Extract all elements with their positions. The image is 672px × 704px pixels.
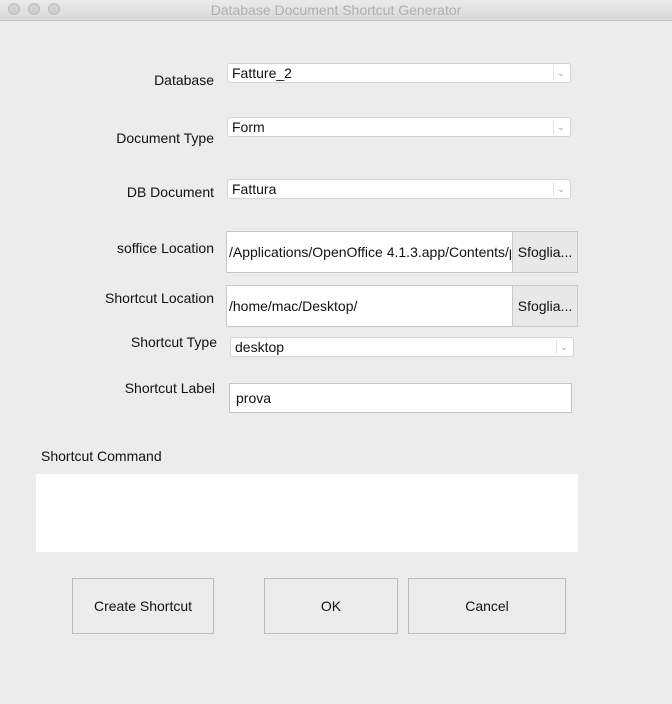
shortcut-command-label: Shortcut Command: [41, 448, 162, 464]
document-type-value: Form: [232, 119, 265, 135]
shortcut-location-label: Shortcut Location: [105, 290, 214, 306]
document-type-select[interactable]: Form ⌄: [227, 117, 571, 137]
chevron-updown-icon: ⌄: [553, 66, 568, 80]
database-value: Fatture_2: [232, 65, 292, 81]
soffice-browse-button[interactable]: Sfoglia...: [512, 232, 577, 272]
db-document-label: DB Document: [126, 184, 214, 200]
soffice-location-input[interactable]: /Applications/OpenOffice 4.1.3.app/Conte…: [229, 244, 511, 260]
window-titlebar[interactable]: Database Document Shortcut Generator: [0, 0, 672, 21]
shortcut-label-field[interactable]: prova: [229, 383, 572, 413]
create-shortcut-button[interactable]: Create Shortcut: [72, 578, 214, 634]
chevron-updown-icon: ⌄: [553, 120, 568, 134]
shortcut-type-label: Shortcut Type: [130, 334, 217, 350]
shortcut-browse-button[interactable]: Sfoglia...: [512, 286, 577, 326]
shortcut-location-field[interactable]: /home/mac/Desktop/ Sfoglia...: [226, 285, 578, 327]
chevron-updown-icon: ⌄: [553, 182, 568, 196]
chevron-updown-icon: ⌄: [556, 340, 571, 354]
db-document-select[interactable]: Fattura ⌄: [227, 179, 571, 199]
shortcut-label-input[interactable]: prova: [236, 390, 271, 406]
database-label: Database: [154, 72, 214, 88]
shortcut-command-textarea[interactable]: [36, 474, 578, 552]
soffice-location-label: soffice Location: [116, 240, 214, 256]
cancel-button[interactable]: Cancel: [408, 578, 566, 634]
database-select[interactable]: Fatture_2 ⌄: [227, 63, 571, 83]
document-type-label: Document Type: [116, 130, 214, 146]
shortcut-location-input[interactable]: /home/mac/Desktop/: [229, 298, 511, 314]
shortcut-type-value: desktop: [235, 339, 285, 355]
db-document-value: Fattura: [232, 181, 277, 197]
shortcut-label-label: Shortcut Label: [124, 380, 215, 396]
window-title: Database Document Shortcut Generator: [210, 2, 462, 18]
shortcut-type-select[interactable]: desktop ⌄: [230, 337, 574, 357]
soffice-location-field[interactable]: /Applications/OpenOffice 4.1.3.app/Conte…: [226, 231, 578, 273]
ok-button[interactable]: OK: [264, 578, 398, 634]
